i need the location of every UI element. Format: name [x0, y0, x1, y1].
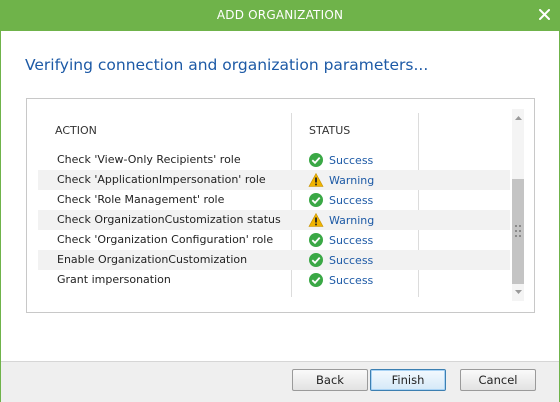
verification-table: ACTION STATUS Check 'View-Only Recipient…	[37, 109, 511, 301]
status-text: Success	[329, 233, 374, 247]
row-status: Success	[308, 252, 373, 268]
row-action: Check 'Role Management' role	[57, 193, 225, 206]
warning-icon	[308, 172, 324, 187]
status-text: Success	[329, 193, 374, 207]
status-text: Success	[329, 253, 374, 267]
scroll-down-arrow-icon	[514, 290, 522, 294]
success-check-icon	[309, 193, 323, 207]
row-action: Check 'Organization Configuration' role	[57, 233, 274, 246]
add-organization-dialog: ADD ORGANIZATION Verifying connection an…	[0, 0, 560, 402]
cancel-button[interactable]: Cancel	[460, 369, 536, 391]
row-status: Success	[308, 272, 373, 288]
row-action: Check 'ApplicationImpersonation' role	[57, 173, 266, 186]
table-row[interactable]: Check 'View-Only Recipients' role Succes…	[38, 150, 510, 170]
table-row[interactable]: Check 'Role Management' role Success	[38, 190, 510, 210]
table-row[interactable]: Check 'Organization Configuration' role …	[38, 230, 510, 250]
scroll-down-button[interactable]	[512, 285, 524, 299]
status-text: Success	[329, 273, 374, 287]
success-check-icon	[309, 253, 323, 267]
row-action: Enable OrganizationCustomization	[57, 253, 248, 266]
row-action: Grant impersonation	[57, 273, 171, 286]
dialog-title: ADD ORGANIZATION	[216, 8, 344, 22]
scroll-grip-icon	[515, 225, 521, 237]
scroll-up-button[interactable]	[512, 111, 524, 125]
success-check-icon	[309, 273, 323, 287]
back-button[interactable]: Back	[292, 369, 368, 391]
status-text: Success	[329, 153, 374, 167]
table-row[interactable]: Check 'ApplicationImpersonation' role Wa…	[38, 170, 510, 190]
page-heading: Verifying connection and organization pa…	[25, 56, 429, 74]
status-text: Warning	[329, 213, 375, 227]
table-row[interactable]: Enable OrganizationCustomization Success	[38, 250, 510, 270]
column-header-action: ACTION	[55, 124, 97, 137]
scroll-up-arrow-icon	[514, 116, 522, 120]
table-row[interactable]: Grant impersonation Success	[38, 270, 510, 290]
row-status: Success	[308, 192, 373, 208]
close-icon	[538, 8, 550, 20]
vertical-scrollbar[interactable]	[512, 109, 524, 301]
table-row[interactable]: Check OrganizationCustomization status W…	[38, 210, 510, 230]
column-header-status: STATUS	[309, 124, 351, 137]
scrollbar-thumb[interactable]	[512, 179, 524, 284]
status-text: Warning	[329, 173, 375, 187]
success-check-icon	[309, 153, 323, 167]
success-check-icon	[309, 233, 323, 247]
close-button[interactable]	[533, 3, 555, 25]
verification-panel: ACTION STATUS Check 'View-Only Recipient…	[26, 98, 535, 313]
row-status: Success	[308, 232, 373, 248]
title-bar: ADD ORGANIZATION	[1, 1, 559, 31]
row-action: Check OrganizationCustomization status	[57, 213, 281, 226]
finish-button[interactable]: Finish	[370, 369, 446, 391]
row-status: Warning	[308, 172, 374, 188]
row-action: Check 'View-Only Recipients' role	[57, 153, 241, 166]
warning-icon	[308, 212, 324, 227]
row-status: Success	[308, 152, 373, 168]
row-status: Warning	[308, 212, 374, 228]
